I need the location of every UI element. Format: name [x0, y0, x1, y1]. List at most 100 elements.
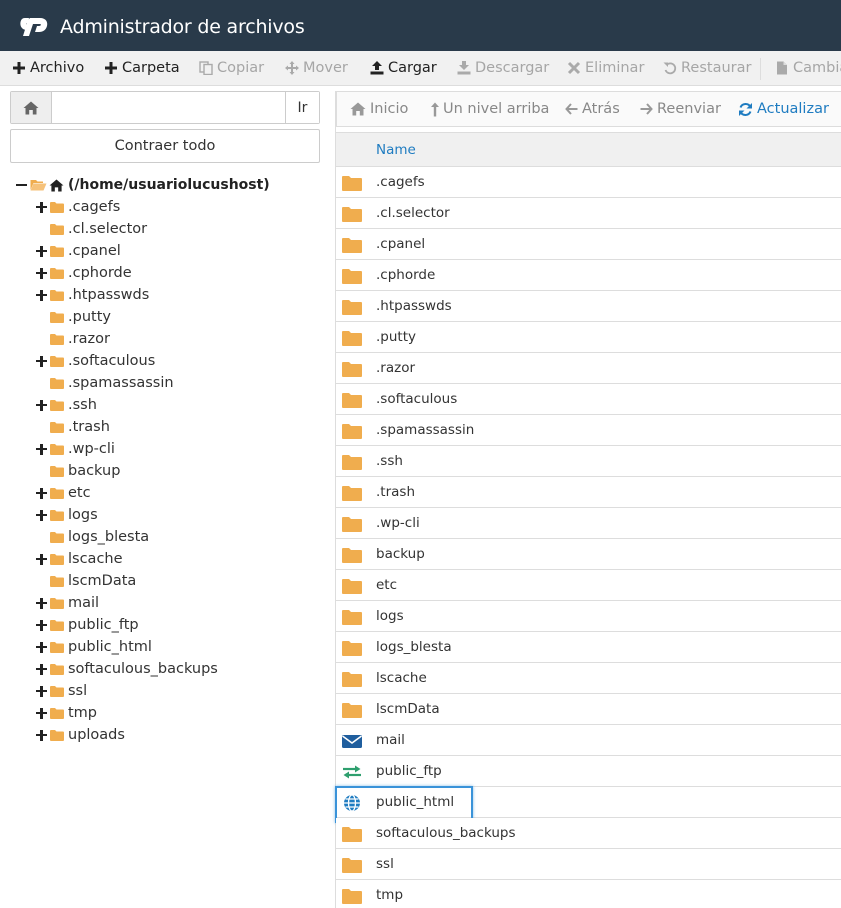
expand-toggle-icon[interactable]: [36, 201, 48, 213]
expand-toggle-icon[interactable]: [36, 597, 48, 609]
tree-item[interactable]: .cpanel: [36, 240, 121, 262]
file-row[interactable]: .wp-cli: [336, 508, 841, 539]
tree-item[interactable]: .cl.selector: [36, 218, 147, 240]
home-path-button[interactable]: [11, 92, 52, 123]
expand-toggle-icon[interactable]: [36, 707, 48, 719]
expand-toggle-icon[interactable]: [36, 619, 48, 631]
upload-button[interactable]: Cargar: [370, 51, 437, 85]
tree-item[interactable]: .putty: [36, 306, 111, 328]
file-row[interactable]: logs: [336, 601, 841, 632]
expand-toggle-icon[interactable]: [36, 663, 48, 675]
expand-toggle-icon[interactable]: [36, 245, 48, 257]
expand-toggle-icon[interactable]: [36, 289, 48, 301]
file-name: .cagefs: [376, 174, 425, 190]
tree-item[interactable]: softaculous_backups: [36, 658, 218, 680]
new-folder-button[interactable]: Carpeta: [104, 51, 180, 85]
tree-item[interactable]: logs: [36, 504, 98, 526]
expand-toggle-icon[interactable]: [36, 399, 48, 411]
expand-toggle-icon[interactable]: [36, 355, 48, 367]
file-row[interactable]: tmp: [336, 880, 841, 908]
tree-item[interactable]: lscache: [36, 548, 123, 570]
delete-button[interactable]: Eliminar: [567, 51, 644, 85]
tree-item[interactable]: public_html: [36, 636, 152, 658]
tree-item-label: .softaculous: [68, 353, 156, 369]
tree-item[interactable]: uploads: [36, 724, 125, 746]
tree-item[interactable]: .htpasswds: [36, 284, 149, 306]
file-row[interactable]: lscache: [336, 663, 841, 694]
collapse-toggle-icon[interactable]: [16, 179, 28, 191]
tree-item[interactable]: .razor: [36, 328, 110, 350]
folder-icon: [342, 517, 362, 532]
tree-item[interactable]: .trash: [36, 416, 110, 438]
go-button[interactable]: Ir: [285, 92, 319, 123]
file-row[interactable]: .trash: [336, 477, 841, 508]
file-row[interactable]: logs_blesta: [336, 632, 841, 663]
change-permissions-button[interactable]: Cambia: [775, 51, 841, 85]
download-button[interactable]: Descargar: [457, 51, 549, 85]
expand-toggle-icon[interactable]: [36, 729, 48, 741]
copy-button[interactable]: Copiar: [199, 51, 264, 85]
tree-root[interactable]: (/home/usuariolucushost): [16, 174, 270, 196]
new-file-button[interactable]: Archivo: [12, 51, 84, 85]
tree-item[interactable]: .wp-cli: [36, 438, 115, 460]
collapse-all-button[interactable]: Contraer todo: [10, 129, 320, 163]
tree-item[interactable]: .cagefs: [36, 196, 120, 218]
file-row[interactable]: backup: [336, 539, 841, 570]
tree-item[interactable]: .spamassassin: [36, 372, 174, 394]
tree-item[interactable]: tmp: [36, 702, 97, 724]
path-input[interactable]: [52, 92, 285, 123]
file-row[interactable]: .softaculous: [336, 384, 841, 415]
home-nav-button[interactable]: Inicio: [350, 92, 408, 126]
file-row[interactable]: .cpanel: [336, 229, 841, 260]
file-row[interactable]: .cphorde: [336, 260, 841, 291]
file-row[interactable]: .putty: [336, 322, 841, 353]
tree-item[interactable]: etc: [36, 482, 91, 504]
file-row[interactable]: .htpasswds: [336, 291, 841, 322]
expand-toggle-icon[interactable]: [36, 267, 48, 279]
file-row[interactable]: .ssh: [336, 446, 841, 477]
file-row[interactable]: etc: [336, 570, 841, 601]
expand-toggle-icon[interactable]: [36, 443, 48, 455]
file-row[interactable]: public_ftp: [336, 756, 841, 787]
file-row[interactable]: ssl: [336, 849, 841, 880]
expand-toggle-icon[interactable]: [36, 685, 48, 697]
forward-button[interactable]: Reenviar: [640, 92, 721, 126]
expand-toggle-icon[interactable]: [36, 641, 48, 653]
refresh-button[interactable]: Actualizar: [738, 92, 829, 126]
file-name: backup: [376, 546, 425, 562]
file-row[interactable]: .cagefs: [336, 167, 841, 198]
expand-toggle-icon[interactable]: [36, 487, 48, 499]
tree-item[interactable]: logs_blesta: [36, 526, 149, 548]
file-icon: [777, 61, 787, 75]
move-button[interactable]: Mover: [285, 51, 348, 85]
tree-item[interactable]: backup: [36, 460, 120, 482]
tree-item[interactable]: .cphorde: [36, 262, 132, 284]
file-row[interactable]: .spamassassin: [336, 415, 841, 446]
folder-icon: [50, 421, 64, 433]
restore-button[interactable]: Restaurar: [663, 51, 751, 85]
change-permissions-label: Cambia: [793, 60, 841, 76]
tree-item[interactable]: ssl: [36, 680, 87, 702]
file-row[interactable]: mail: [336, 725, 841, 756]
new-folder-label: Carpeta: [122, 60, 180, 76]
expand-toggle-icon[interactable]: [36, 509, 48, 521]
tree-item[interactable]: .ssh: [36, 394, 97, 416]
folder-icon: [342, 238, 362, 253]
expand-toggle-icon[interactable]: [36, 553, 48, 565]
folder-icon: [50, 377, 64, 389]
file-row[interactable]: lscmData: [336, 694, 841, 725]
file-name: etc: [376, 577, 398, 593]
file-row[interactable]: softaculous_backups: [336, 818, 841, 849]
tree-item[interactable]: lscmData: [36, 570, 136, 592]
file-row[interactable]: .razor: [336, 353, 841, 384]
tree-item[interactable]: public_ftp: [36, 614, 139, 636]
column-header-name[interactable]: Name: [376, 142, 416, 158]
file-row[interactable]: .cl.selector: [336, 198, 841, 229]
folder-icon: [50, 311, 64, 323]
tree-item[interactable]: mail: [36, 592, 99, 614]
file-row[interactable]: public_html: [335, 786, 841, 823]
folder-icon: [342, 610, 362, 625]
tree-item[interactable]: .softaculous: [36, 350, 155, 372]
back-button[interactable]: Atrás: [565, 92, 620, 126]
up-one-level-button[interactable]: Un nivel arriba: [430, 92, 549, 126]
